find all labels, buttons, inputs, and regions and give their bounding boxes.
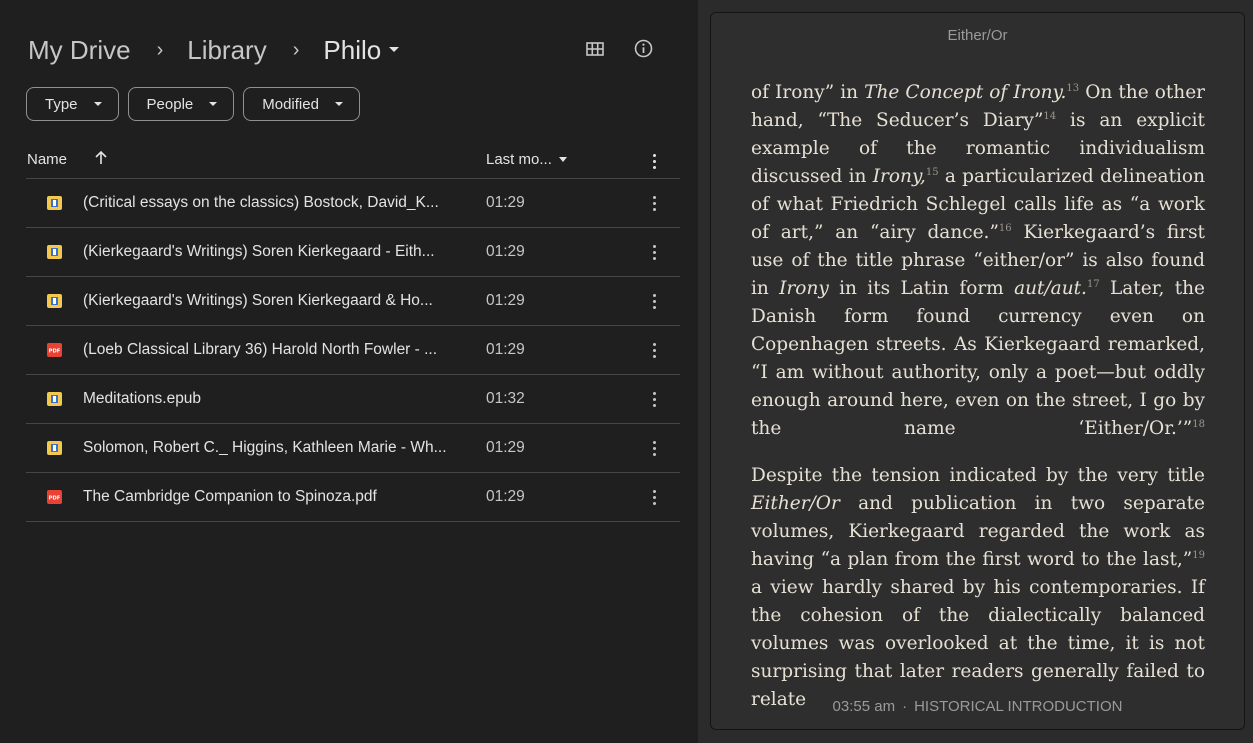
file-name: (Loeb Classical Library 36) Harold North… bbox=[83, 341, 438, 358]
text-run: of Irony” in bbox=[751, 82, 865, 103]
more-options-icon[interactable] bbox=[648, 245, 660, 260]
table-row[interactable]: (Kierkegaard's Writings) Soren Kierkegaa… bbox=[26, 228, 680, 277]
pdf-badge-text: PDF bbox=[49, 495, 61, 501]
file-name: Meditations.epub bbox=[83, 390, 202, 407]
file-modified-time: 01:29 bbox=[486, 439, 525, 456]
more-options-icon[interactable] bbox=[648, 196, 660, 211]
ebook-reader-window[interactable]: Either/Or of Irony” in The Concept of Ir… bbox=[710, 12, 1245, 730]
grid-view-button[interactable] bbox=[582, 36, 607, 61]
file-modified-time: 01:29 bbox=[486, 194, 525, 211]
footnote-ref[interactable]: 15 bbox=[926, 167, 939, 178]
text-run: Despite the tension indicated by the ver… bbox=[751, 465, 1205, 486]
filter-chips: Type People Modified bbox=[26, 87, 360, 121]
sort-ascending-icon[interactable] bbox=[94, 150, 108, 165]
filter-people-button[interactable]: People bbox=[127, 87, 235, 121]
table-row[interactable]: PDF (Loeb Classical Library 36) Harold N… bbox=[26, 326, 680, 375]
chevron-down-icon bbox=[209, 102, 218, 106]
book-icon bbox=[47, 294, 62, 308]
column-name-header[interactable]: Name bbox=[27, 151, 67, 168]
grid-icon bbox=[585, 41, 604, 56]
table-row[interactable]: (Kierkegaard's Writings) Soren Kierkegaa… bbox=[26, 277, 680, 326]
file-modified-time: 01:29 bbox=[486, 243, 525, 260]
footnote-ref[interactable]: 19 bbox=[1192, 550, 1205, 561]
file-name: (Critical essays on the classics) Bostoc… bbox=[83, 194, 439, 211]
file-modified-time: 01:29 bbox=[486, 292, 525, 309]
book-icon bbox=[47, 196, 62, 210]
file-name: (Kierkegaard's Writings) Soren Kierkegaa… bbox=[83, 292, 433, 309]
filter-modified-button[interactable]: Modified bbox=[243, 87, 360, 121]
paragraph: Despite the tension indicated by the ver… bbox=[751, 462, 1205, 714]
book-icon bbox=[47, 392, 62, 406]
file-modified-time: 01:32 bbox=[486, 390, 525, 407]
breadcrumb-library[interactable]: Library bbox=[187, 32, 266, 68]
footnote-ref[interactable]: 18 bbox=[1192, 419, 1205, 430]
chevron-down-icon bbox=[334, 102, 343, 106]
file-name: Solomon, Robert C._ Higgins, Kathleen Ma… bbox=[83, 439, 447, 456]
view-toolbar bbox=[582, 36, 656, 61]
pdf-badge-text: PDF bbox=[49, 348, 61, 354]
page-text[interactable]: of Irony” in The Concept of Irony.13 On … bbox=[751, 79, 1205, 733]
italic-run: The Concept of Irony. bbox=[864, 82, 1067, 103]
more-options-icon[interactable] bbox=[648, 392, 660, 407]
footnote-ref[interactable]: 14 bbox=[1043, 111, 1056, 122]
pdf-icon: PDF bbox=[47, 343, 62, 357]
column-modified-label: Last mo... bbox=[486, 150, 552, 168]
chevron-down-icon bbox=[93, 102, 102, 106]
italic-run: Either/Or bbox=[751, 493, 840, 514]
breadcrumb-my-drive[interactable]: My Drive bbox=[28, 32, 131, 68]
text-run: a view hardly shared by his contemporari… bbox=[751, 577, 1205, 710]
table-row[interactable]: (Critical essays on the classics) Bostoc… bbox=[26, 179, 680, 228]
book-icon bbox=[47, 245, 62, 259]
chapter-name: HISTORICAL INTRODUCTION bbox=[914, 698, 1123, 715]
italic-run: Irony, bbox=[872, 166, 926, 187]
footer-separator: · bbox=[902, 698, 908, 715]
file-modified-time: 01:29 bbox=[486, 488, 525, 505]
table-row[interactable]: PDF The Cambridge Companion to Spinoza.p… bbox=[26, 473, 680, 522]
book-icon bbox=[47, 441, 62, 455]
file-table: Name Last mo... (Critical essays on the … bbox=[26, 140, 680, 522]
table-header: Name Last mo... bbox=[26, 140, 680, 179]
breadcrumb-separator: › bbox=[292, 39, 300, 61]
details-button[interactable] bbox=[631, 36, 656, 61]
drive-panel: My Drive › Library › Philo Type People M… bbox=[0, 0, 698, 743]
table-row[interactable]: Solomon, Robert C._ Higgins, Kathleen Ma… bbox=[26, 424, 680, 473]
more-options-icon[interactable] bbox=[648, 441, 660, 456]
more-options-icon[interactable] bbox=[648, 294, 660, 309]
file-modified-time: 01:29 bbox=[486, 341, 525, 358]
table-row[interactable]: Meditations.epub 01:32 bbox=[26, 375, 680, 424]
pdf-icon: PDF bbox=[47, 490, 62, 504]
chevron-down-icon bbox=[558, 156, 567, 162]
file-name: (Kierkegaard's Writings) Soren Kierkegaa… bbox=[83, 243, 435, 260]
footnote-ref[interactable]: 13 bbox=[1066, 83, 1079, 94]
footnote-ref[interactable]: 17 bbox=[1087, 279, 1100, 290]
column-modified-header[interactable]: Last mo... bbox=[486, 151, 567, 168]
text-run: in its Latin form bbox=[828, 278, 1015, 299]
filter-type-label: Type bbox=[45, 95, 78, 113]
file-name: The Cambridge Companion to Spinoza.pdf bbox=[83, 488, 377, 505]
info-icon bbox=[634, 39, 653, 58]
filter-type-button[interactable]: Type bbox=[26, 87, 119, 121]
filter-people-label: People bbox=[146, 95, 194, 113]
book-title: Either/Or bbox=[947, 27, 1008, 44]
chevron-down-icon bbox=[389, 46, 400, 52]
text-run: Later, the Danish form found currency ev… bbox=[751, 278, 1206, 439]
more-options-icon[interactable] bbox=[648, 490, 660, 505]
filter-modified-label: Modified bbox=[262, 95, 319, 113]
more-options-icon[interactable] bbox=[648, 154, 660, 169]
breadcrumb-separator: › bbox=[156, 39, 164, 61]
more-options-icon[interactable] bbox=[648, 343, 660, 358]
clock-time: 03:55 am bbox=[832, 698, 896, 715]
breadcrumb: My Drive › Library › Philo bbox=[28, 32, 400, 68]
italic-run: Irony bbox=[779, 278, 829, 299]
reader-footer: 03:55 am · HISTORICAL INTRODUCTION bbox=[711, 698, 1244, 715]
breadcrumb-current-folder[interactable]: Philo bbox=[323, 32, 400, 68]
italic-run: aut/aut. bbox=[1014, 278, 1087, 299]
paragraph: of Irony” in The Concept of Irony.13 On … bbox=[751, 79, 1205, 443]
breadcrumb-philo-label: Philo bbox=[323, 35, 382, 65]
footnote-ref[interactable]: 16 bbox=[999, 223, 1012, 234]
